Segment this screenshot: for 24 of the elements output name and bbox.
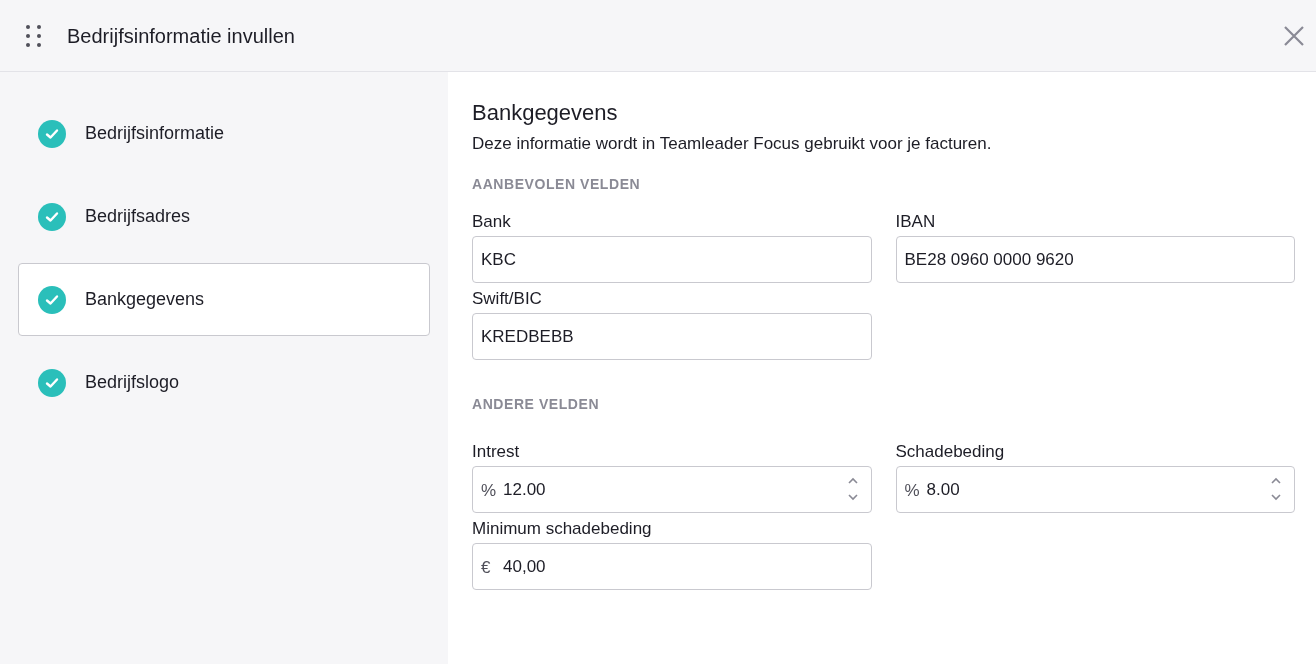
unit-prefix: % <box>481 480 497 502</box>
field-label: Intrest <box>472 442 521 462</box>
unit-prefix: € <box>481 557 491 579</box>
field-label: Bank <box>472 212 512 232</box>
step-item[interactable]: Bankgegevens <box>18 263 430 336</box>
input-field[interactable]: KREDBEBB <box>472 313 872 360</box>
drag-handle-icon[interactable] <box>24 22 44 49</box>
spinner-arrows-icon[interactable] <box>846 476 859 502</box>
step-item[interactable]: Bedrijfsinformatie <box>18 97 430 170</box>
field-label: Minimum schadebeding <box>472 519 653 539</box>
input-field[interactable]: BE28 0960 0000 9620 <box>895 236 1295 283</box>
step-item[interactable]: Bedrijfslogo <box>18 346 430 419</box>
group-heading: ANDERE VELDEN <box>472 395 601 414</box>
field-label: Swift/BIC <box>472 289 543 309</box>
unit-prefix: % <box>904 480 920 502</box>
spinner-arrows-icon[interactable] <box>1270 476 1282 502</box>
input-field[interactable]: KBC <box>472 236 872 283</box>
step-item[interactable]: Bedrijfsadres <box>18 180 430 253</box>
field-label: IBAN <box>895 212 937 232</box>
field-label: Schadebeding <box>895 442 1006 462</box>
window-title: Bedrijfsinformatie invullen <box>67 23 295 49</box>
group-heading: AANBEVOLEN VELDEN <box>472 175 642 194</box>
section-title: Bankgegevens <box>472 99 619 127</box>
section-description: Deze informatie wordt in Teamleader Focus gebruikt voor je facturen. <box>472 133 993 155</box>
